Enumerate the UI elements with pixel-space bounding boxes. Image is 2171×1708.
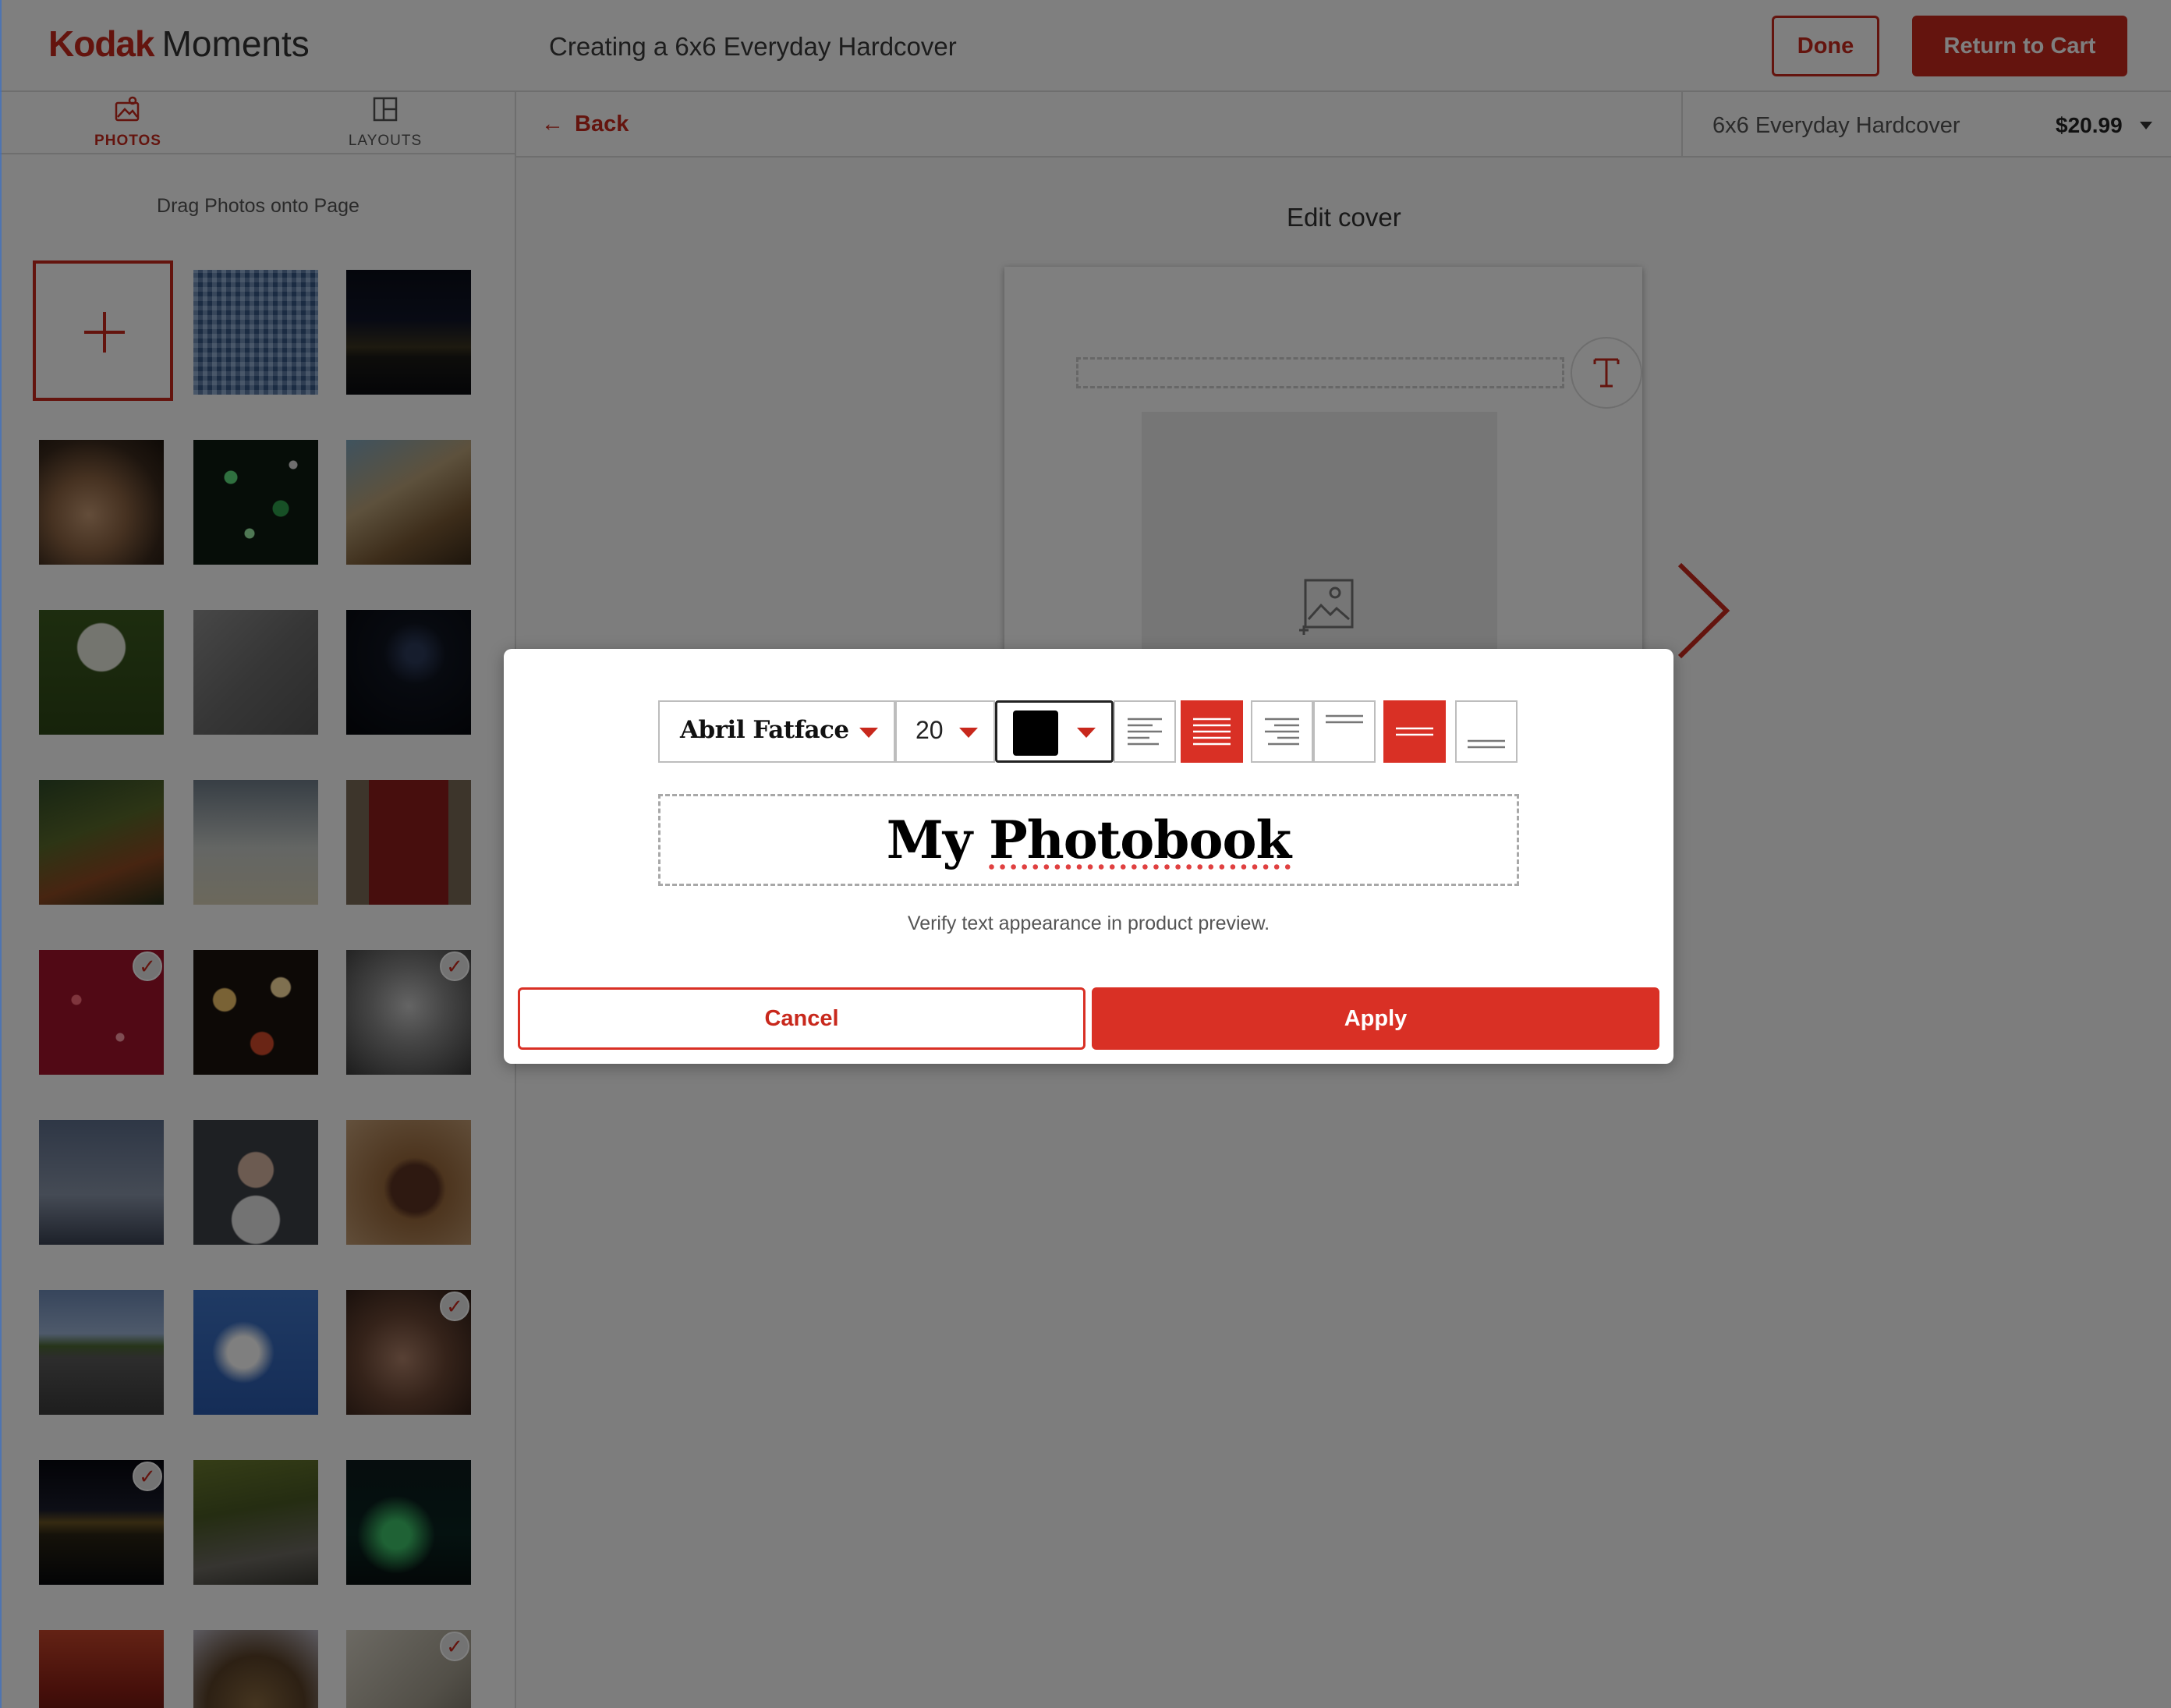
valign-middle-icon <box>1396 727 1433 736</box>
cover-text-word-2: Photobook <box>989 810 1291 870</box>
valign-top-button[interactable] <box>1313 700 1376 763</box>
align-right-icon <box>1265 718 1299 746</box>
chevron-down-icon <box>1077 728 1096 738</box>
align-right-button[interactable] <box>1251 700 1313 763</box>
font-size-select[interactable]: 20 <box>895 700 995 763</box>
font-color-select[interactable] <box>995 700 1114 763</box>
valign-top-icon <box>1326 714 1363 724</box>
valign-bottom-button[interactable] <box>1455 700 1518 763</box>
cancel-button[interactable]: Cancel <box>518 987 1086 1050</box>
app-window: KodakMoments Creating a 6x6 Everyday Har… <box>0 0 2171 1708</box>
align-center-icon <box>1193 718 1231 746</box>
align-left-button[interactable] <box>1114 700 1176 763</box>
font-family-value: Abril Fatface <box>680 716 849 744</box>
window-edge <box>0 0 2 1708</box>
valign-middle-button[interactable] <box>1383 700 1446 763</box>
align-left-icon <box>1128 718 1162 746</box>
color-swatch <box>1013 710 1058 756</box>
cover-text-value: My Photobook <box>661 807 1517 873</box>
chevron-down-icon <box>959 728 978 738</box>
text-edit-dialog: Abril Fatface 20 My Photobook Verify tex… <box>504 649 1673 1064</box>
chevron-down-icon <box>859 728 878 738</box>
font-size-value: 20 <box>916 716 944 744</box>
verify-hint: Verify text appearance in product previe… <box>907 912 1270 934</box>
valign-bottom-icon <box>1468 739 1505 749</box>
font-family-select[interactable]: Abril Fatface <box>658 700 895 763</box>
cover-text-word-1: My <box>886 810 972 870</box>
cover-text-input[interactable]: My Photobook <box>658 794 1519 886</box>
apply-button[interactable]: Apply <box>1092 987 1659 1050</box>
align-center-button[interactable] <box>1181 700 1243 763</box>
